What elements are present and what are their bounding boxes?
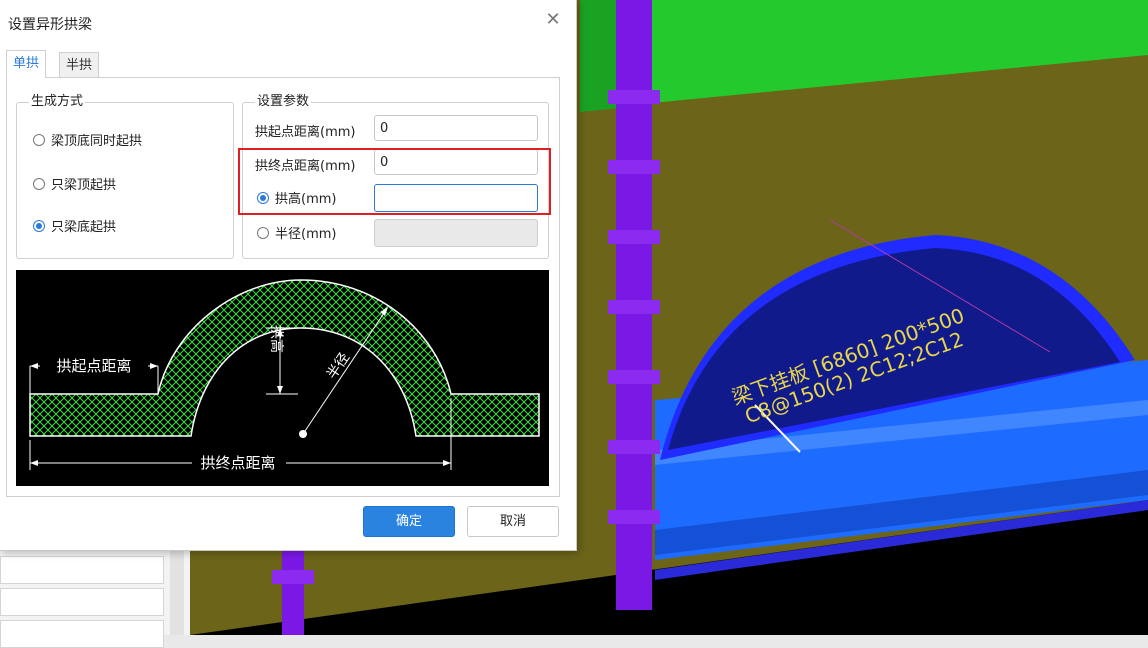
list-row[interactable] [0,556,164,584]
radius-label: 半径(mm) [275,227,337,242]
purple-column [282,540,304,635]
tab-single-arch[interactable]: 单拱 [6,50,47,78]
cancel-button[interactable]: 取消 [467,506,559,537]
start-distance-input[interactable] [374,115,538,141]
generation-legend: 生成方式 [29,94,86,110]
highlight-box [238,148,551,215]
radio-label: 只梁顶起拱 [51,178,117,193]
params-legend: 设置参数 [255,94,312,110]
radio-button[interactable] [33,133,45,146]
radius-input[interactable] [374,219,538,247]
list-row[interactable] [0,588,164,616]
arch-beam-dialog: 设置异形拱梁 ✕ 单拱 半拱 生成方式 梁顶底同时起拱 只梁顶起拱 只梁底起拱 … [0,0,577,551]
tab-half-arch[interactable]: 半拱 [59,52,100,78]
diagram-end-label: 拱终点距离 [200,454,275,472]
dialog-title: 设置异形拱梁 [8,17,92,33]
arch-diagram-svg: 拱起点距离 拱终点距离 拱高 半径 [29,279,540,472]
start-distance-label: 拱起点距离(mm) [255,125,356,140]
radio-button[interactable] [33,177,45,190]
diagram-height-label: 拱高 [268,325,285,353]
scrollbar[interactable] [170,550,184,635]
list-row[interactable] [0,620,164,648]
radio-both[interactable]: 梁顶底同时起拱 [33,130,142,149]
radio-label: 梁顶底同时起拱 [51,134,143,149]
arch-diagram: 拱起点距离 拱终点距离 拱高 半径 [16,270,549,486]
ok-button[interactable]: 确定 [363,506,455,537]
diagram-start-label: 拱起点距离 [56,357,131,375]
close-icon[interactable]: ✕ [543,10,563,30]
radio-label: 只梁底起拱 [51,220,117,235]
radio-button[interactable] [257,226,269,239]
radio-top-only[interactable]: 只梁顶起拱 [33,174,116,193]
radio-bottom-only[interactable]: 只梁底起拱 [33,216,116,235]
radio-button[interactable] [33,219,45,232]
radio-radius[interactable]: 半径(mm) [257,223,336,242]
